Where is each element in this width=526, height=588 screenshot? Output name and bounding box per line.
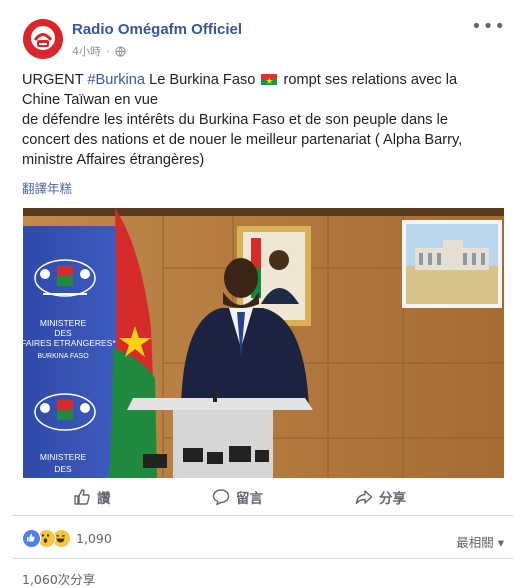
radio-logo-icon <box>23 19 63 59</box>
page-avatar[interactable] <box>23 19 63 59</box>
banner-text-3: AFFAIRES ETRANGERES* <box>23 338 116 348</box>
post-line-5: ministre Affaires étrangères) <box>22 152 205 168</box>
share-count-link[interactable]: 1,060次分享 <box>22 569 95 588</box>
post-line-1: URGENT #Burkina Le Burkina Faso rompt se… <box>22 70 507 91</box>
post-line-3: de défendre les intérêts du Burkina Faso… <box>22 112 448 128</box>
post-line-4: concert des nations et de nouer le meill… <box>22 132 463 148</box>
reaction-summary[interactable]: 1,090 <box>22 529 112 548</box>
banner-text-2: DES <box>54 328 72 338</box>
banner-text-4: BURKINA FASO <box>37 353 89 360</box>
post-photo[interactable]: MINISTERE DES AFFAIRES ETRANGERES* BURKI… <box>23 208 504 478</box>
comment-button[interactable]: 留言 <box>212 487 263 507</box>
banner-text-1: MINISTERE <box>40 318 87 328</box>
divider <box>12 558 514 559</box>
page-name-link[interactable]: Radio Omégafm Officiel <box>72 21 242 38</box>
post-meta: 4小時 · <box>72 43 126 59</box>
share-button[interactable]: 分享 <box>355 487 406 507</box>
post-time[interactable]: 4小時 <box>72 43 101 59</box>
reaction-count: 1,090 <box>76 531 112 546</box>
post-line-2: Chine Taïwan en vue <box>22 92 159 108</box>
post-message: URGENT #Burkina Le Burkina Faso rompt se… <box>22 70 507 170</box>
press-conference-photo: MINISTERE DES AFFAIRES ETRANGERES* BURKI… <box>23 208 504 478</box>
sort-comments-dropdown[interactable]: 最相關 ▾ <box>456 532 504 551</box>
globe-icon <box>114 45 126 57</box>
see-translation-link[interactable]: 翻譯年糕 <box>22 178 72 197</box>
comment-label: 留言 <box>236 491 263 507</box>
post-action-bar: 讚 留言 分享 <box>0 483 526 513</box>
banner-text-5: MINISTERE <box>40 452 87 462</box>
post-header: Radio Omégafm Officiel 4小時 · ••• <box>0 0 526 64</box>
like-label: 讚 <box>97 491 111 507</box>
share-arrow-icon <box>355 490 373 505</box>
like-reaction-icon <box>22 529 41 548</box>
comment-icon <box>212 489 230 506</box>
more-options-icon[interactable]: ••• <box>471 16 506 37</box>
share-label: 分享 <box>379 491 406 507</box>
separator-dot: · <box>106 44 110 58</box>
hashtag-link[interactable]: #Burkina <box>87 72 145 88</box>
post-text-mid: Le Burkina Faso <box>145 72 260 88</box>
post-text-suffix: rompt ses relations avec la <box>279 72 458 88</box>
thumbs-up-icon <box>74 489 90 505</box>
like-button[interactable]: 讚 <box>73 487 111 507</box>
burkina-flag-icon <box>261 71 278 91</box>
post-text-prefix: URGENT <box>22 72 88 88</box>
divider <box>12 515 514 516</box>
banner-text-6: DES <box>54 464 72 474</box>
